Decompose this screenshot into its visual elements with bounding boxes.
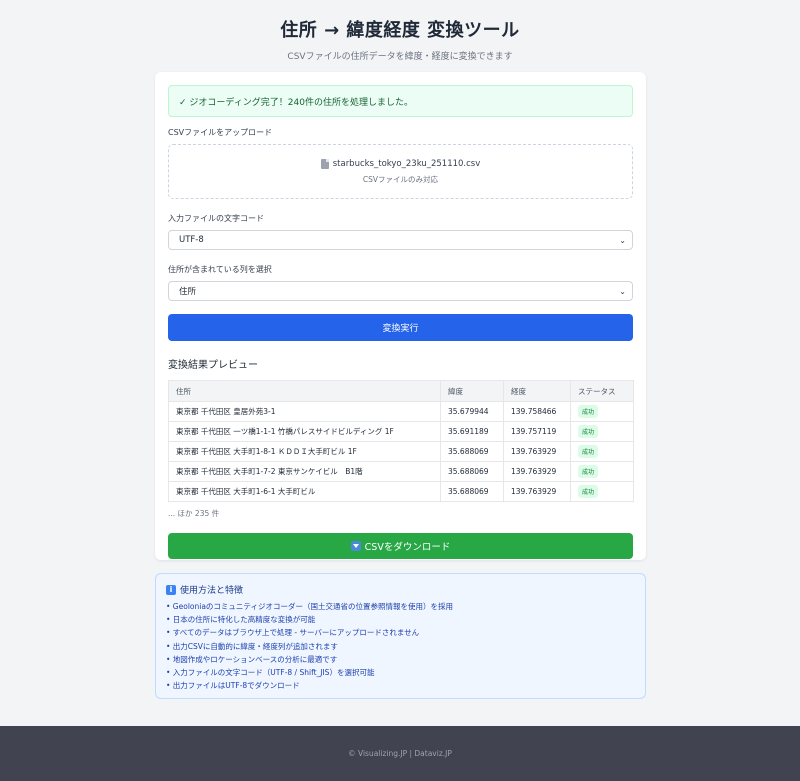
column-label: 住所が含まれている列を選択 [168,265,272,274]
column-select[interactable]: 住所 ⌄ [168,281,633,301]
info-icon: i [166,584,176,595]
info-title: i 使用方法と特徴 [166,583,635,596]
list-item: • 日本の住所に特化した高精度な変換が可能 [166,615,316,625]
table-row: 東京都 千代田区 大手町1-6-1 大手町ビル 35.688069 139.76… [168,481,634,502]
page: 住所 → 緯度経度 変換ツール CSVファイルの住所データを緯度・経度に変換でき… [0,0,800,781]
cell-latitude: 35.679944 [440,401,504,422]
cell-longitude: 139.763929 [503,441,571,462]
cell-longitude: 139.758466 [503,401,571,422]
info-title-text: 使用方法と特徴 [180,586,244,596]
status-badge: 成功 [578,425,599,438]
status-badge: 成功 [578,405,599,418]
cell-status: 成功 [570,401,634,422]
file-hint: CSVファイルのみ対応 [362,174,439,184]
convert-button[interactable]: 変換実行 [168,314,633,341]
selected-file: starbucks_tokyo_23ku_251110.csv [320,158,481,169]
status-badge: 成功 [578,445,599,458]
cell-address: 東京都 千代田区 大手町1-7-2 東京サンケイビル B1階 [168,461,441,482]
list-item: • Geoloniaのコミュニティジオコーダー（国土交通省の位置参照情報を使用）… [166,602,453,611]
status-badge: 成功 [578,465,599,478]
file-dropzone[interactable]: starbucks_tokyo_23ku_251110.csv CSVファイルの… [168,144,633,199]
cell-latitude: 35.688069 [440,441,504,462]
table-row: 東京都 千代田区 大手町1-8-1 ＫＤＤＩ大手町ビル 1F 35.688069… [168,441,634,462]
upload-label: CSVファイルをアップロード [168,128,273,137]
column-selected: 住所 [179,287,197,297]
file-icon [320,158,329,169]
preview-title: 変換結果プレビュー [168,360,258,371]
list-item: • 出力ファイルはUTF-8でダウンロード [166,681,300,691]
cell-latitude: 35.688069 [440,461,504,482]
page-title: 住所 → 緯度経度 変換ツール [280,20,520,41]
cell-address: 東京都 千代田区 大手町1-6-1 大手町ビル [168,481,441,502]
cell-status: 成功 [570,441,634,462]
footer-text: © Visualizing.JP | Dataviz.JP [348,749,452,758]
list-item: • 地図作成やロケーションベースの分析に最適です [166,654,338,664]
list-item: • 入力ファイルの文字コード（UTF-8 / Shift_JIS）を選択可能 [166,668,375,678]
header-latitude: 緯度 [440,380,504,402]
download-label: CSVをダウンロード [364,542,451,553]
cell-address: 東京都 千代田区 大手町1-8-1 ＫＤＤＩ大手町ビル 1F [168,441,441,462]
chevron-down-icon: ⌄ [619,286,626,296]
download-csv-button[interactable]: CSVをダウンロード [168,533,633,559]
cell-latitude: 35.691189 [440,421,504,442]
download-icon [350,541,361,551]
cell-address: 東京都 千代田区 皇居外苑3-1 [168,401,441,422]
status-badge: 成功 [578,485,599,498]
preview-table: 住所 緯度 経度 ステータス 東京都 千代田区 皇居外苑3-1 35.67994… [168,380,634,502]
cell-status: 成功 [570,481,634,502]
footer: © Visualizing.JP | Dataviz.JP [0,726,800,781]
table-row: 東京都 千代田区 大手町1-7-2 東京サンケイビル B1階 35.688069… [168,461,634,482]
header-status: ステータス [570,380,634,402]
file-name: starbucks_tokyo_23ku_251110.csv [332,158,481,169]
feature-list: • Geoloniaのコミュニティジオコーダー（国土交通省の位置参照情報を使用）… [166,600,635,692]
header: 住所 → 緯度経度 変換ツール CSVファイルの住所データを緯度・経度に変換でき… [0,0,800,72]
chevron-down-icon: ⌄ [619,235,626,245]
cell-longitude: 139.763929 [503,461,571,482]
cell-longitude: 139.763929 [503,481,571,502]
cell-address: 東京都 千代田区 一ツ橋1-1-1 竹橋パレスサイドビルディング 1F [168,421,441,442]
table-row: 東京都 千代田区 一ツ橋1-1-1 竹橋パレスサイドビルディング 1F 35.6… [168,421,634,442]
header-address: 住所 [168,380,441,402]
list-item: • すべてのデータはブラウザ上で処理 - サーバーにアップロードされません [166,628,420,638]
table-row: 東京都 千代田区 皇居外苑3-1 35.679944 139.758466 成功 [168,401,634,422]
more-rows-note: ... ほか 235 件 [168,509,220,518]
main-card: ✓ ジオコーディング完了！240件の住所を処理しました。 CSVファイルをアップ… [155,72,646,560]
encoding-label: 入力ファイルの文字コード [168,214,264,223]
success-alert-text: ✓ ジオコーディング完了！240件の住所を処理しました。 [179,97,413,108]
page-subtitle: CSVファイルの住所データを緯度・経度に変換できます [287,52,513,62]
encoding-selected: UTF-8 [179,235,204,245]
cell-status: 成功 [570,461,634,482]
cell-latitude: 35.688069 [440,481,504,502]
table-header-row: 住所 緯度 経度 ステータス [168,380,634,402]
cell-longitude: 139.757119 [503,421,571,442]
list-item: • 出力CSVに自動的に緯度・経度列が追加されます [166,641,338,651]
info-panel: i 使用方法と特徴 • Geoloniaのコミュニティジオコーダー（国土交通省の… [155,573,646,699]
cell-status: 成功 [570,421,634,442]
header-longitude: 経度 [503,380,571,402]
success-alert: ✓ ジオコーディング完了！240件の住所を処理しました。 [168,85,633,117]
encoding-select[interactable]: UTF-8 ⌄ [168,230,633,250]
